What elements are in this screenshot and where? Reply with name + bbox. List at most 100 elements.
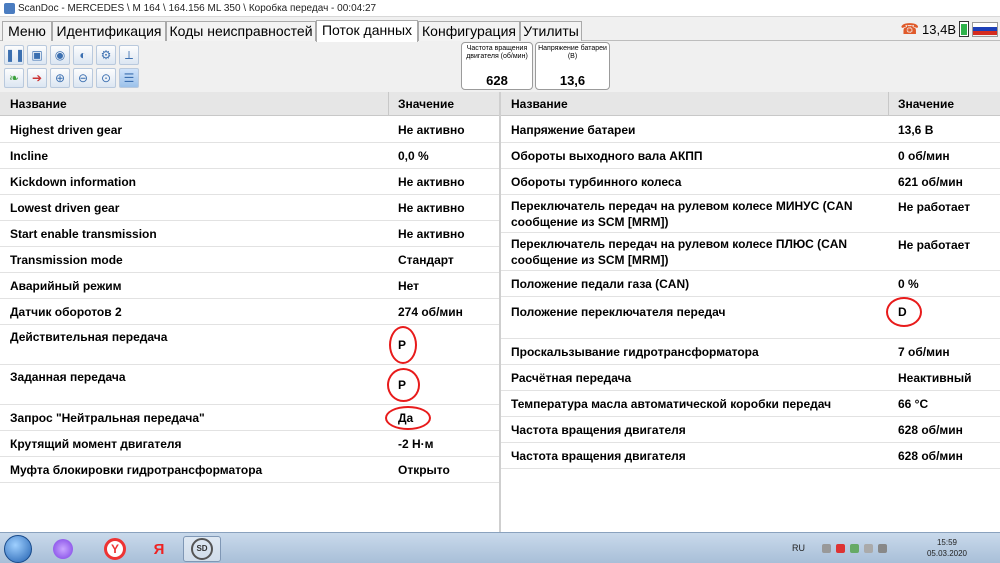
save-icon[interactable]: ▣: [27, 45, 47, 65]
tab-identification[interactable]: Идентификация: [52, 21, 166, 41]
left-data-table: Название Значение Highest driven gear Не…: [0, 92, 499, 532]
row-value: Не активно: [398, 226, 465, 241]
row-value: Не активно: [398, 174, 465, 189]
table-row[interactable]: Аварийный режим Нет: [0, 273, 499, 299]
tab-menu[interactable]: Меню: [2, 21, 52, 41]
table-row[interactable]: Highest driven gear Не активно: [0, 117, 499, 143]
row-value: Открыто: [398, 462, 450, 477]
table-row[interactable]: Муфта блокировки гидротрансформатора Отк…: [0, 457, 499, 483]
folder-settings-icon[interactable]: ⚙: [96, 45, 116, 65]
row-value: Не работает: [898, 238, 971, 252]
table-row[interactable]: Крутящий момент двигателя -2 Н·м: [0, 431, 499, 457]
gauge-title: Напряжение батареи (В): [538, 45, 607, 60]
voltage-readout: 13,4В: [922, 21, 956, 37]
row-name: Transmission mode: [10, 252, 123, 267]
system-tray: RU 15:59 05.03.2020: [792, 533, 992, 563]
tab-fault-codes[interactable]: Коды неисправностей: [166, 21, 316, 41]
table-row[interactable]: Расчётная передача Неактивный: [501, 365, 1000, 391]
table-row[interactable]: Заданная передача P: [0, 365, 499, 405]
row-name: Положение переключателя передач: [511, 305, 726, 319]
window-titlebar: ScanDoc - MERCEDES \ M 164 \ 164.156 ML …: [0, 0, 1000, 17]
zoom-reset-icon[interactable]: ⊙: [96, 68, 116, 88]
table-row[interactable]: Проскальзывание гидротрансформатора 7 об…: [501, 339, 1000, 365]
start-button[interactable]: [4, 535, 32, 563]
row-name: Обороты турбинного колеса: [511, 174, 682, 189]
row-value: 13,6 В: [898, 122, 934, 137]
network-icon[interactable]: [850, 544, 859, 553]
gauge-engine-rpm[interactable]: Частота вращения двигателя (об/мин) 628: [461, 42, 533, 90]
table-row[interactable]: Действительная передача P: [0, 325, 499, 365]
table-row[interactable]: Положение педали газа (CAN) 0 %: [501, 271, 1000, 297]
table-row[interactable]: Transmission mode Стандарт: [0, 247, 499, 273]
row-name: Lowest driven gear: [10, 200, 120, 215]
column-header-name[interactable]: Название: [10, 92, 67, 116]
table-row[interactable]: Start enable transmission Не активно: [0, 221, 499, 247]
row-name: Переключатель передач на рулевом колесе …: [511, 236, 848, 267]
volume-icon[interactable]: [878, 544, 887, 553]
leaf-icon[interactable]: ❧: [4, 68, 24, 88]
gauge-title: Частота вращения двигателя (об/мин): [466, 45, 528, 60]
table-row[interactable]: Датчик оборотов 2 274 об/мин: [0, 299, 499, 325]
language-indicator[interactable]: RU: [792, 543, 805, 553]
table-row[interactable]: Температура масла автоматической коробки…: [501, 391, 1000, 417]
zoom-out-icon[interactable]: ⊖: [73, 68, 93, 88]
pause-icon[interactable]: ❚❚: [4, 45, 25, 65]
row-name: Муфта блокировки гидротрансформатора: [10, 462, 263, 477]
table-row[interactable]: Запрос "Нейтральная передача" Да: [0, 405, 499, 431]
table-header: Название Значение: [501, 92, 1000, 116]
row-value: 0 %: [898, 276, 919, 291]
tab-configuration[interactable]: Конфигурация: [418, 21, 520, 41]
battery-icon: [959, 21, 969, 37]
row-name: Расчётная передача: [511, 370, 632, 385]
column-header-value[interactable]: Значение: [398, 92, 454, 116]
column-header-name[interactable]: Название: [511, 92, 568, 116]
table-row[interactable]: Частота вращения двигателя 628 об/мин: [501, 443, 1000, 469]
list-icon[interactable]: ☰: [119, 68, 139, 88]
table-row[interactable]: Обороты выходного вала АКПП 0 об/мин: [501, 143, 1000, 169]
playback-icon[interactable]: ◐: [73, 45, 93, 65]
row-value: Не активно: [398, 122, 465, 137]
flag-tray-icon[interactable]: [864, 544, 873, 553]
record-icon[interactable]: ◉: [50, 45, 70, 65]
app-icon: [4, 3, 15, 14]
row-value: 0,0 %: [398, 148, 429, 163]
taskbar: Y Я SD RU 15:59 05.03.2020: [0, 532, 1000, 563]
clock[interactable]: 15:59 05.03.2020: [922, 537, 972, 559]
tray-expand-icon[interactable]: [822, 544, 831, 553]
row-name: Температура масла автоматической коробки…: [511, 396, 832, 411]
table-row[interactable]: Lowest driven gear Не активно: [0, 195, 499, 221]
highlight-circle: [886, 297, 922, 327]
graph-icon[interactable]: ⟂: [119, 45, 139, 65]
table-row[interactable]: Incline 0,0 %: [0, 143, 499, 169]
row-name: Start enable transmission: [10, 226, 157, 241]
connection-status: ☎ 13,4В: [900, 20, 998, 38]
export-icon[interactable]: ➔: [27, 68, 47, 88]
row-name: Аварийный режим: [10, 278, 122, 293]
table-row[interactable]: Переключатель передач на рулевом колесе …: [501, 195, 1000, 233]
row-value: 7 об/мин: [898, 344, 950, 359]
zoom-in-icon[interactable]: ⊕: [50, 68, 70, 88]
yandex-browser-icon[interactable]: Y: [96, 536, 134, 562]
row-value: Неактивный: [898, 370, 972, 385]
tab-utilities[interactable]: Утилиты: [520, 21, 582, 41]
antivirus-icon[interactable]: [836, 544, 845, 553]
table-row[interactable]: Положение переключателя передач D: [501, 297, 1000, 339]
row-name: Переключатель передач на рулевом колесе …: [511, 198, 853, 229]
column-header-value[interactable]: Значение: [898, 92, 954, 116]
gauge-value: 13,6: [559, 73, 586, 88]
tab-data-stream[interactable]: Поток данных: [316, 20, 418, 42]
phone-icon: ☎: [900, 21, 920, 38]
yandex-icon[interactable]: Я: [140, 536, 178, 562]
row-name: Incline: [10, 148, 49, 163]
alice-icon[interactable]: [44, 536, 82, 562]
table-row[interactable]: Частота вращения двигателя 628 об/мин: [501, 417, 1000, 443]
scandoc-icon[interactable]: SD: [183, 536, 221, 562]
table-row[interactable]: Kickdown information Не активно: [0, 169, 499, 195]
window-title: ScanDoc - MERCEDES \ M 164 \ 164.156 ML …: [18, 3, 377, 14]
table-row[interactable]: Обороты турбинного колеса 621 об/мин: [501, 169, 1000, 195]
table-row[interactable]: Напряжение батареи 13,6 В: [501, 117, 1000, 143]
table-row[interactable]: Переключатель передач на рулевом колесе …: [501, 233, 1000, 271]
gauge-battery-voltage[interactable]: Напряжение батареи (В) 13,6: [535, 42, 610, 90]
row-value: 66 °C: [898, 396, 929, 411]
row-name: Датчик оборотов 2: [10, 304, 122, 319]
